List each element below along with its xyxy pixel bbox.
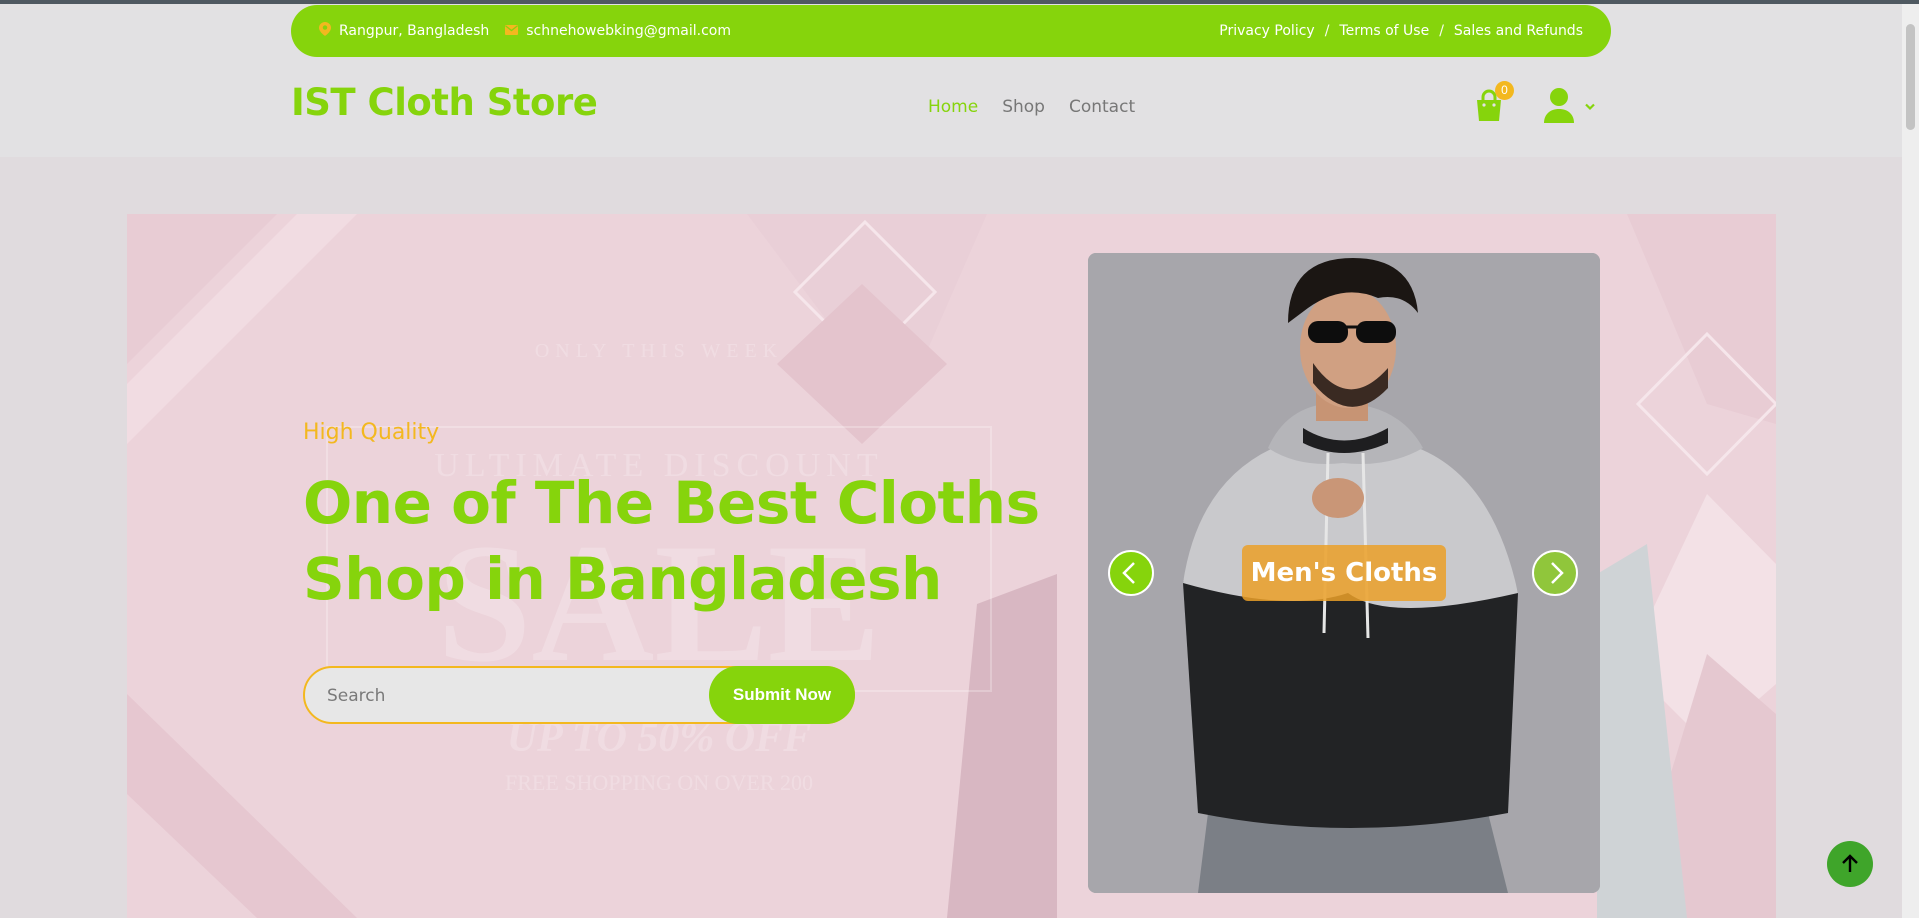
carousel-caption: Men's Cloths: [1242, 545, 1446, 601]
browser-top-edge: [0, 0, 1919, 4]
terms-of-use-link[interactable]: Terms of Use: [1339, 23, 1429, 39]
privacy-policy-link[interactable]: Privacy Policy: [1219, 23, 1314, 39]
envelope-icon: [505, 23, 519, 39]
user-menu-button[interactable]: [1543, 87, 1601, 123]
site-logo[interactable]: IST Cloth Store: [291, 81, 598, 124]
location-text: Rangpur, Bangladesh: [339, 23, 490, 39]
hero-text-block: High Quality One of The Best Cloths Shop…: [303, 420, 1063, 617]
email-info[interactable]: schnehowebking@gmail.com: [505, 23, 731, 39]
cart-button[interactable]: 0: [1474, 81, 1514, 123]
arrow-up-icon: [1842, 854, 1858, 872]
back-to-top-button[interactable]: [1827, 841, 1873, 887]
poster-line-5: FREE SHOPPING ON OVER 200: [505, 770, 813, 795]
location-info: Rangpur, Bangladesh: [319, 22, 489, 40]
chevron-right-icon: [1551, 562, 1564, 584]
hero-banner: ONLY THIS WEEK ULTIMATE DISCOUNT SALE UP…: [127, 214, 1776, 918]
scrollbar-thumb[interactable]: [1906, 24, 1915, 130]
nav-contact[interactable]: Contact: [1069, 97, 1135, 117]
sales-refunds-link[interactable]: Sales and Refunds: [1454, 23, 1583, 39]
hero-headline-line-1: One of The Best Cloths: [303, 469, 1040, 537]
carousel-prev-button[interactable]: [1108, 550, 1154, 596]
poster-line-1: ONLY THIS WEEK: [535, 340, 783, 362]
page-scrollbar[interactable]: [1902, 4, 1919, 918]
carousel-next-button[interactable]: [1532, 550, 1578, 596]
map-pin-icon: [319, 22, 331, 40]
hero-search-form: Submit Now: [303, 666, 855, 724]
user-icon: [1544, 88, 1574, 123]
hero-eyebrow: High Quality: [303, 420, 440, 445]
nav-home[interactable]: Home: [928, 97, 978, 117]
top-info-bar: Rangpur, Bangladesh schnehowebking@gmail…: [291, 5, 1611, 57]
hero-headline: One of The Best Cloths Shop in Banglades…: [303, 465, 1063, 617]
chevron-left-icon: [1122, 562, 1135, 584]
main-nav: Home Shop Contact: [928, 97, 1135, 117]
link-separator: /: [1324, 23, 1330, 39]
cart-count-badge: 0: [1495, 81, 1514, 100]
nav-shop[interactable]: Shop: [1002, 97, 1045, 117]
chevron-down-icon: [1585, 103, 1595, 111]
hero-headline-line-2: Shop in Bangladesh: [303, 545, 942, 613]
search-input[interactable]: [325, 668, 689, 724]
link-separator: /: [1439, 23, 1444, 39]
submit-button[interactable]: Submit Now: [709, 666, 855, 724]
email-text[interactable]: schnehowebking@gmail.com: [526, 23, 731, 39]
category-carousel: Men's Cloths: [1088, 253, 1600, 893]
contact-info: Rangpur, Bangladesh schnehowebking@gmail…: [319, 5, 731, 57]
policy-links: Privacy Policy / Terms of Use / Sales an…: [1219, 5, 1583, 57]
site-header: IST Cloth Store Home Shop Contact 0: [0, 57, 1902, 157]
